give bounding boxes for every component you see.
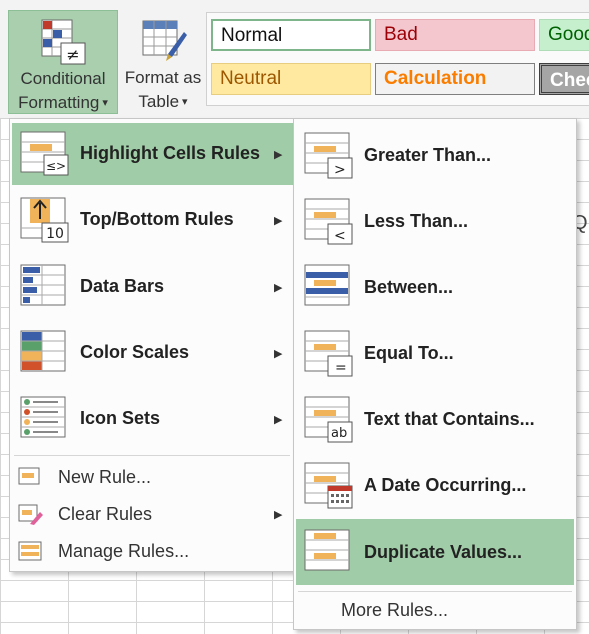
highlight-cells-submenu: > Greater Than... < Less Than... Between… bbox=[293, 118, 577, 630]
svg-text:10: 10 bbox=[46, 226, 64, 242]
menu-separator bbox=[14, 455, 290, 456]
clear-rules-icon bbox=[18, 504, 43, 525]
chevron-right-icon: ▶ bbox=[274, 215, 283, 227]
submenu-item-label: More Rules... bbox=[341, 600, 449, 620]
chevron-right-icon: ▶ bbox=[274, 282, 283, 294]
format-as-table-button[interactable]: Format as Table ▾ bbox=[120, 10, 206, 114]
menu-item-clear-rules[interactable]: Clear Rules ▶ bbox=[12, 496, 293, 532]
submenu-item-label: Text that Contains... bbox=[364, 409, 535, 429]
chevron-right-icon: ▶ bbox=[274, 348, 283, 360]
menu-item-top-bottom-rules[interactable]: 10 Top/Bottom Rules ▶ bbox=[12, 189, 293, 251]
menu-item-data-bars[interactable]: Data Bars ▶ bbox=[12, 256, 293, 318]
conditional-formatting-label-line2: Formatting ▾ bbox=[18, 93, 108, 112]
less-than-icon bbox=[304, 198, 353, 245]
duplicate-values-icon bbox=[304, 529, 350, 571]
submenu-item-label: Greater Than... bbox=[364, 145, 492, 165]
conditional-formatting-label-line1: Conditional bbox=[20, 69, 106, 88]
style-neutral[interactable]: Neutral bbox=[211, 63, 371, 95]
submenu-item-label: Duplicate Values... bbox=[364, 542, 523, 562]
style-check-cell[interactable]: Check Cell bbox=[539, 63, 589, 95]
menu-item-label: Icon Sets bbox=[80, 408, 161, 428]
menu-item-label: Manage Rules... bbox=[58, 541, 190, 561]
submenu-icon-badge: < bbox=[334, 228, 346, 244]
chevron-right-icon: ▶ bbox=[274, 509, 283, 521]
cell-styles-gallery: Normal Bad Good Neutral Calculation Chec… bbox=[206, 12, 589, 106]
svg-text:≤>: ≤> bbox=[46, 159, 66, 173]
submenu-item-label: Between... bbox=[364, 277, 454, 297]
submenu-item-greater-than[interactable]: > Greater Than... bbox=[296, 123, 574, 187]
submenu-item-date-occurring[interactable]: A Date Occurring... bbox=[296, 453, 574, 517]
submenu-icon-badge: = bbox=[335, 360, 347, 376]
calendar-icon bbox=[304, 462, 353, 509]
submenu-item-label: Equal To... bbox=[364, 343, 454, 363]
conditional-formatting-button[interactable]: ≠ Conditional Formatting ▾ bbox=[8, 10, 118, 114]
menu-item-color-scales[interactable]: Color Scales ▶ bbox=[12, 322, 293, 384]
chevron-down-icon: ▾ bbox=[102, 97, 108, 109]
menu-item-highlight-cells-rules[interactable]: ≤> Highlight Cells Rules ▶ bbox=[12, 123, 293, 185]
format-as-table-label-line2: Table ▾ bbox=[138, 92, 188, 111]
submenu-item-equal-to[interactable]: = Equal To... bbox=[296, 321, 574, 385]
menu-item-new-rule[interactable]: New Rule... bbox=[12, 459, 293, 495]
submenu-item-text-that-contains[interactable]: ab Text that Contains... bbox=[296, 387, 574, 451]
icon-sets-icon bbox=[20, 396, 66, 438]
chevron-right-icon: ▶ bbox=[274, 414, 283, 426]
style-good[interactable]: Good bbox=[539, 19, 589, 51]
submenu-item-more-rules[interactable]: More Rules... bbox=[296, 595, 574, 627]
submenu-icon-badge: ab bbox=[331, 426, 348, 441]
data-bars-icon bbox=[20, 264, 66, 306]
format-as-table-icon bbox=[142, 20, 187, 61]
menu-item-label: Highlight Cells Rules bbox=[80, 143, 261, 163]
format-as-table-label-line1: Format as bbox=[124, 68, 202, 87]
menu-item-label: Data Bars bbox=[80, 276, 165, 296]
ribbon-styles-group: ≠ Conditional Formatting ▾ Format as Tabl… bbox=[0, 0, 589, 119]
menu-separator bbox=[298, 591, 572, 592]
new-rule-icon bbox=[18, 467, 40, 485]
submenu-icon-badge: > bbox=[334, 162, 346, 178]
top-bottom-icon: 10 bbox=[20, 197, 69, 243]
submenu-item-label: Less Than... bbox=[364, 211, 469, 231]
menu-item-label: Color Scales bbox=[80, 342, 190, 362]
chevron-right-icon: ▶ bbox=[274, 149, 283, 161]
style-normal[interactable]: Normal bbox=[211, 19, 371, 51]
submenu-item-label: A Date Occurring... bbox=[364, 475, 527, 495]
menu-item-label: Top/Bottom Rules bbox=[80, 209, 234, 229]
conditional-formatting-icon: ≠ bbox=[41, 19, 86, 65]
menu-item-label: Clear Rules bbox=[58, 504, 153, 524]
manage-rules-icon bbox=[18, 541, 42, 561]
highlight-cells-icon: ≤> bbox=[20, 131, 69, 176]
chevron-down-icon: ▾ bbox=[182, 96, 188, 108]
color-scales-icon bbox=[20, 330, 66, 372]
submenu-item-between[interactable]: Between... bbox=[296, 255, 574, 319]
style-bad[interactable]: Bad bbox=[375, 19, 535, 51]
svg-text:≠: ≠ bbox=[66, 45, 79, 64]
submenu-item-duplicate-values[interactable]: Duplicate Values... bbox=[296, 519, 574, 585]
greater-than-icon bbox=[304, 132, 353, 179]
submenu-item-less-than[interactable]: < Less Than... bbox=[296, 189, 574, 253]
menu-item-label: New Rule... bbox=[58, 467, 152, 487]
menu-item-manage-rules[interactable]: Manage Rules... bbox=[12, 533, 293, 569]
conditional-formatting-menu: ≤> Highlight Cells Rules ▶ 10 Top/Bottom… bbox=[9, 118, 296, 572]
menu-item-icon-sets[interactable]: Icon Sets ▶ bbox=[12, 388, 293, 450]
between-icon bbox=[304, 264, 350, 306]
style-calculation[interactable]: Calculation bbox=[375, 63, 535, 95]
